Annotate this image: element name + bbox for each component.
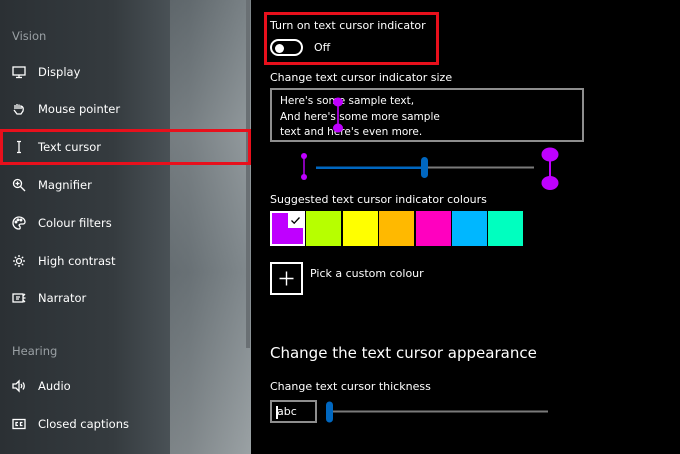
size-title: Change text cursor indicator size xyxy=(270,71,453,84)
custom-colour-label: Pick a custom colour xyxy=(310,267,424,280)
sidebar-item-narrator[interactable]: Narrator xyxy=(0,280,251,316)
sidebar-item-display[interactable]: Display xyxy=(0,54,251,90)
pick-custom-colour-button[interactable] xyxy=(270,262,303,295)
thickness-preview-box: abc xyxy=(270,400,317,423)
colours-title: Suggested text cursor indicator colours xyxy=(270,193,487,206)
sidebar-item-audio[interactable]: Audio xyxy=(0,368,251,404)
sidebar-item-magnifier[interactable]: Magnifier xyxy=(0,167,251,203)
preview-caret xyxy=(276,406,278,419)
toggle-state-label: Off xyxy=(314,41,331,54)
sidebar-item-label: Magnifier xyxy=(38,178,92,192)
colour-swatch[interactable] xyxy=(416,211,451,246)
colour-swatch[interactable] xyxy=(379,211,414,246)
sample-line: text and here's even more. xyxy=(280,126,423,138)
sidebar-item-label: Display xyxy=(38,65,81,79)
colour-swatch[interactable] xyxy=(270,211,305,246)
sample-line: And here's some more sample xyxy=(280,110,440,123)
sidebar-item-label: Closed captions xyxy=(38,417,129,431)
closed-captions-icon xyxy=(11,416,27,432)
indicator-toggle[interactable] xyxy=(270,39,303,56)
narrator-icon xyxy=(11,290,27,306)
colour-swatch[interactable] xyxy=(452,211,487,246)
mouse-pointer-icon xyxy=(11,101,27,117)
sidebar-item-label: High contrast xyxy=(38,254,116,268)
sidebar-item-label: Colour filters xyxy=(38,216,112,230)
high-contrast-icon xyxy=(11,253,27,269)
plus-icon xyxy=(279,271,294,286)
sidebar-item-label: Audio xyxy=(38,379,71,393)
sidebar-item-closed-captions[interactable]: Closed captions xyxy=(0,406,251,442)
section-heading-hearing: Hearing xyxy=(12,344,58,358)
sidebar-item-label: Mouse pointer xyxy=(38,102,121,116)
sidebar-item-label: Narrator xyxy=(38,291,87,305)
sidebar-item-mouse-pointer[interactable]: Mouse pointer xyxy=(0,91,251,127)
thickness-title: Change text cursor thickness xyxy=(270,380,431,393)
audio-icon xyxy=(11,378,27,394)
section-heading-vision: Vision xyxy=(12,29,47,43)
colour-swatch[interactable] xyxy=(488,211,523,246)
sample-text-box: Here's some sample text, And here's some… xyxy=(270,88,584,142)
colour-swatch[interactable] xyxy=(343,211,378,246)
sidebar-item-text-cursor[interactable]: Text cursor xyxy=(0,129,251,165)
colour-swatch[interactable] xyxy=(306,211,341,246)
appearance-heading: Change the text cursor appearance xyxy=(270,344,537,362)
sample-cursor-indicator-icon xyxy=(333,97,343,133)
sample-line: Here's some sample text, xyxy=(280,95,415,107)
text-cursor-icon xyxy=(11,139,27,155)
sidebar-item-label: Text cursor xyxy=(38,140,102,154)
sidebar-item-high-contrast[interactable]: High contrast xyxy=(0,243,251,279)
display-icon xyxy=(11,64,27,80)
sidebar-item-colour-filters[interactable]: Colour filters xyxy=(0,205,251,241)
toggle-knob xyxy=(275,43,284,53)
indicator-size-slider[interactable] xyxy=(298,146,566,190)
magnifier-icon xyxy=(11,177,27,193)
colour-filters-icon xyxy=(11,215,27,231)
checkmark-icon xyxy=(288,213,303,228)
indicator-title: Turn on text cursor indicator xyxy=(270,19,426,32)
sidebar: Vision Display Mouse pointer Text cursor… xyxy=(0,0,251,454)
thickness-slider[interactable] xyxy=(324,400,550,424)
thickness-preview-text: abc xyxy=(277,405,297,418)
